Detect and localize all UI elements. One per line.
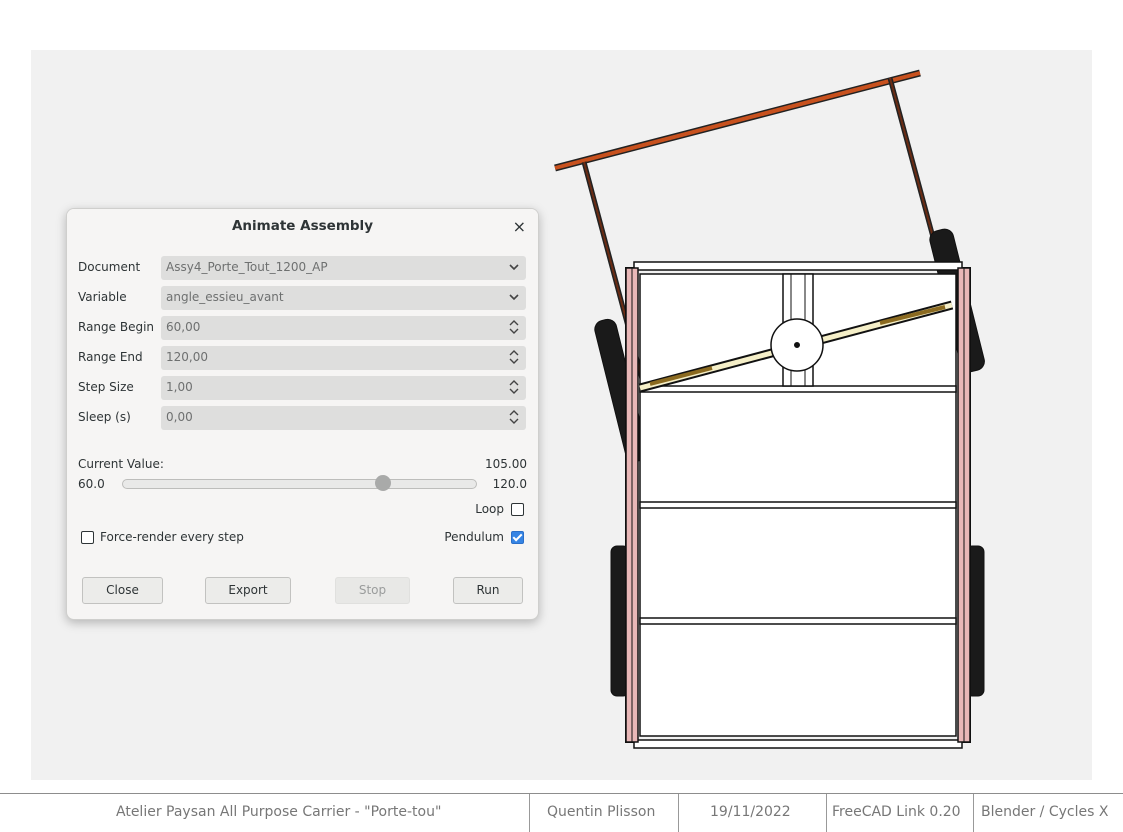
range-end-row: Range End 120,00 [78,346,526,370]
export-button[interactable]: Export [205,577,291,604]
footer-author-cell: Quentin Plisson [530,794,678,832]
pendulum-checkbox[interactable] [511,531,524,544]
step-size-value: 1,00 [166,380,193,394]
slider-max-label: 120.0 [492,477,527,491]
variable-value: angle_essieu_avant [166,290,284,304]
sleep-value: 0,00 [166,410,193,424]
current-value: 105.00 [485,457,527,471]
footer-renderer-cell: Blender / Cycles X [974,794,1123,832]
loop-checkbox[interactable] [511,503,524,516]
footer-project-cell: Atelier Paysan All Purpose Carrier - "Po… [0,794,529,832]
variable-select[interactable]: angle_essieu_avant [161,286,526,310]
sleep-label: Sleep (s) [78,410,131,424]
range-end-label: Range End [78,350,143,364]
document-row: Document Assy4_Porte_Tout_1200_AP [78,256,526,280]
dialog-title: Animate Assembly [231,218,373,234]
variable-row: Variable angle_essieu_avant [78,286,526,310]
footer-author: Quentin Plisson [547,804,656,820]
footer-cad-cell: FreeCAD Link 0.20 [827,794,973,832]
dialog-titlebar[interactable]: Animate Assembly × [67,209,538,245]
slider-min-label: 60.0 [78,477,105,491]
range-begin-label: Range Begin [78,320,155,334]
step-size-spinbox[interactable]: 1,00 [161,376,526,400]
range-end-value: 120,00 [166,350,208,364]
footer-project: Atelier Paysan All Purpose Carrier - "Po… [116,804,442,820]
footer-date-cell: 19/11/2022 [679,794,826,832]
force-render-checkbox[interactable] [81,531,94,544]
caption-footer: Atelier Paysan All Purpose Carrier - "Po… [0,793,1123,832]
document-label: Document [78,260,141,274]
spin-arrows-icon[interactable] [507,409,521,425]
spin-arrows-icon[interactable] [507,379,521,395]
range-begin-spinbox[interactable]: 60,00 [161,316,526,340]
range-begin-row: Range Begin 60,00 [78,316,526,340]
chevron-down-icon [509,264,519,271]
sleep-spinbox[interactable]: 0,00 [161,406,526,430]
footer-renderer: Blender / Cycles X [981,804,1109,820]
document-value: Assy4_Porte_Tout_1200_AP [166,260,328,274]
pendulum-label: Pendulum [444,530,504,544]
sleep-row: Sleep (s) 0,00 [78,406,526,430]
footer-date: 19/11/2022 [710,804,791,820]
animate-assembly-dialog: Animate Assembly × Document Assy4_Porte_… [66,208,539,620]
range-begin-value: 60,00 [166,320,201,334]
stop-button[interactable]: Stop [335,577,410,604]
document-select[interactable]: Assy4_Porte_Tout_1200_AP [161,256,526,280]
loop-label: Loop [475,502,504,516]
close-icon[interactable]: × [513,217,526,236]
spin-arrows-icon[interactable] [507,319,521,335]
value-slider[interactable] [122,479,477,489]
step-size-row: Step Size 1,00 [78,376,526,400]
step-size-label: Step Size [78,380,134,394]
current-value-label: Current Value: [78,457,164,471]
footer-cad: FreeCAD Link 0.20 [832,804,961,820]
run-button[interactable]: Run [453,577,523,604]
close-button[interactable]: Close [82,577,163,604]
chevron-down-icon [509,294,519,301]
force-render-label: Force-render every step [100,530,244,544]
variable-label: Variable [78,290,127,304]
range-end-spinbox[interactable]: 120,00 [161,346,526,370]
spin-arrows-icon[interactable] [507,349,521,365]
slider-handle[interactable] [374,475,391,491]
